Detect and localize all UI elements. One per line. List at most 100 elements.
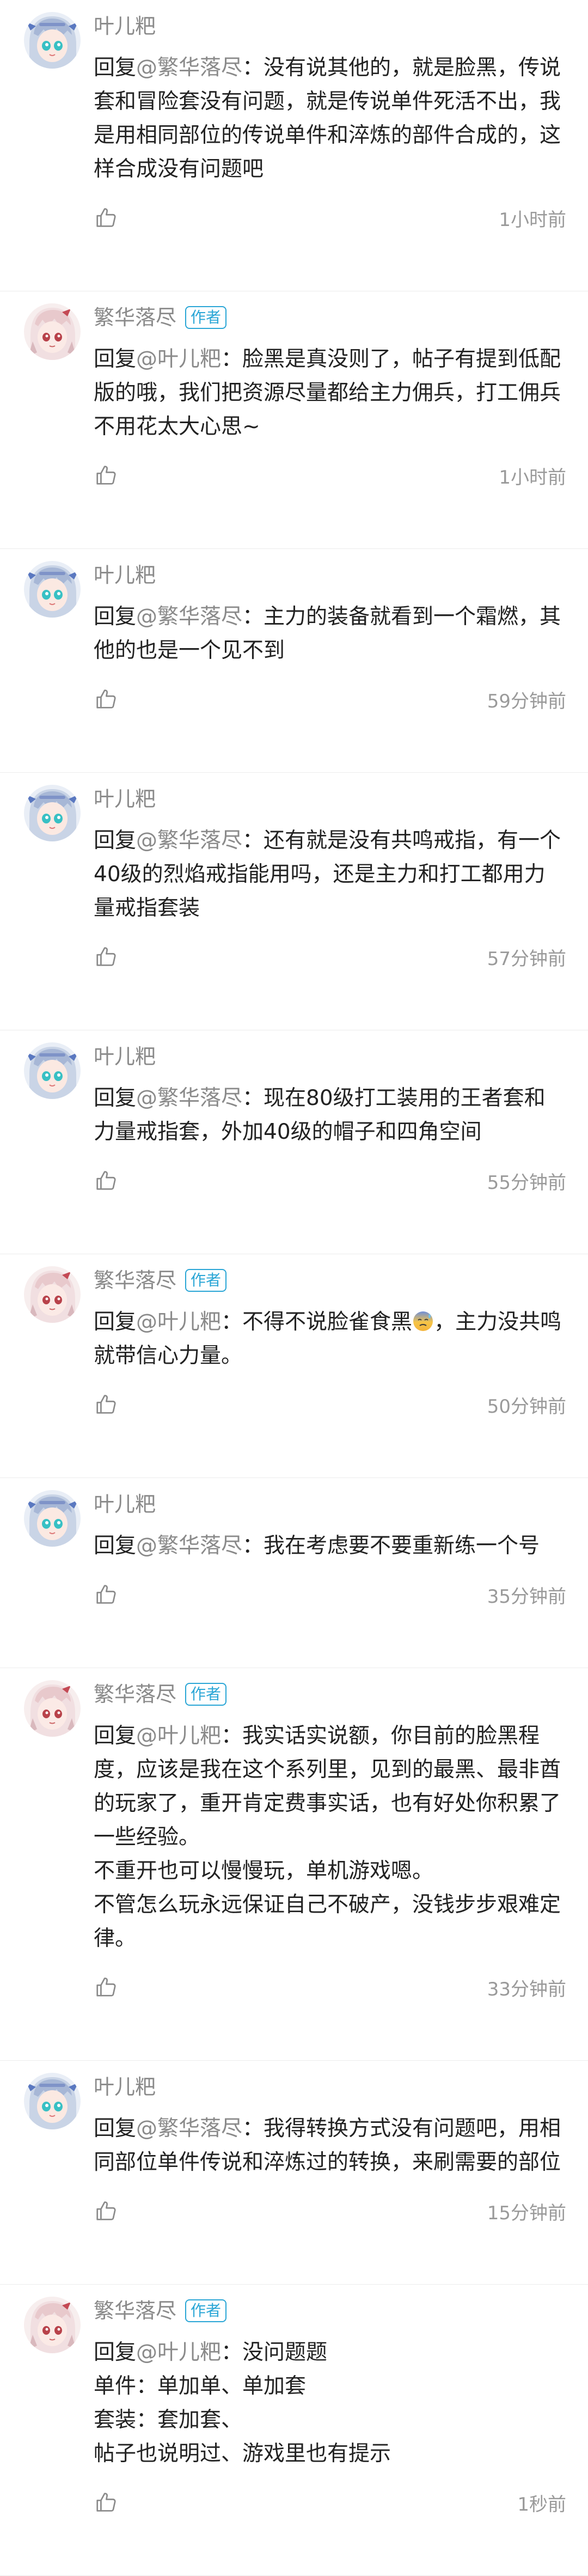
author-badge: 作者 <box>185 1269 227 1292</box>
user-avatar[interactable] <box>24 2073 81 2129</box>
comment-text[interactable]: 回复@繁华落尽：还有就是没有共鸣戒指，有一个40级的烈焰戒指能用吗，还是主力和打… <box>94 824 566 925</box>
reply-prefix: 回复 <box>94 1086 137 1110</box>
thumbs-up-icon[interactable] <box>94 944 119 969</box>
author-badge: 作者 <box>185 1683 227 1706</box>
comment-time: 35分钟前 <box>487 1585 566 1608</box>
comment-item: 叶儿粑回复@繁华落尽：还有就是没有共鸣戒指，有一个40级的烈焰戒指能用吗，还是主… <box>0 773 588 1030</box>
comment-thread: 叶儿粑 回复@繁华落尽：没有说其他的，就是脸黑，传说套和冒险套没有问题，就是传说单… <box>0 0 588 2576</box>
user-avatar[interactable] <box>24 561 81 618</box>
comment-text-part: 我在考虑要不要重新练一个号 <box>264 1534 540 1558</box>
username[interactable]: 叶儿粑 <box>94 2074 156 2100</box>
username[interactable]: 叶儿粑 <box>94 786 156 812</box>
reply-colon: ： <box>221 347 243 371</box>
mention-link[interactable]: @繁华落尽 <box>136 605 242 629</box>
username[interactable]: 繁华落尽 <box>94 304 176 331</box>
mention-link[interactable]: @叶儿粑 <box>136 1310 221 1334</box>
thumbs-up-icon[interactable] <box>94 2490 119 2515</box>
comment-body: 繁华落尽 作者回复@叶儿粑：我实话实说额，你目前的脸黑程度，应该是我在这个系列里，… <box>94 1681 566 2015</box>
mention-link[interactable]: @繁华落尽 <box>136 1086 242 1110</box>
comment-header: 叶儿粑 <box>94 13 566 39</box>
user-avatar[interactable] <box>24 12 81 69</box>
comment-item: 繁华落尽 作者回复@叶儿粑：没问题题 单件：单加单、单加套 套装：套加套、 帖子也… <box>0 2285 588 2576</box>
comment-item: 叶儿粑回复@繁华落尽：没有说其他的，就是脸黑，传说套和冒险套没有问题，就是传说单… <box>0 0 588 291</box>
reply-prefix: 回复 <box>94 828 137 853</box>
user-avatar[interactable] <box>24 785 81 841</box>
reply-prefix: 回复 <box>94 1310 137 1334</box>
comment-body: 叶儿粑回复@繁华落尽：现在80级打工装用的王者套和力量戒指套，外加40级的帽子和… <box>94 1043 566 1208</box>
reply-colon: ： <box>242 1534 264 1558</box>
thumbs-up-icon[interactable] <box>94 687 119 712</box>
comment-footer: 59分钟前 <box>94 672 566 727</box>
reply-prefix: 回复 <box>94 2116 137 2141</box>
comment-item: 叶儿粑回复@繁华落尽：我在考虑要不要重新练一个号 35分钟前 <box>0 1478 588 1668</box>
username[interactable]: 繁华落尽 <box>94 1681 176 1707</box>
comment-body: 繁华落尽 作者回复@叶儿粑：脸黑是真没则了，帖子有提到低配版的哦，我们把资源尽量都… <box>94 304 566 503</box>
reply-prefix: 回复 <box>94 347 137 371</box>
comment-text[interactable]: 回复@繁华落尽：现在80级打工装用的王者套和力量戒指套，外加40级的帽子和四角空… <box>94 1082 566 1149</box>
comment-text[interactable]: 回复@叶儿粑：不得不说脸雀食黑 ，主力没共鸣就带信心力量。 <box>94 1305 566 1373</box>
comment-header: 叶儿粑 <box>94 562 566 588</box>
reply-colon: ： <box>242 2116 264 2141</box>
comment-body: 叶儿粑回复@繁华落尽：我得转换方式没有问题吧，用相同部位单件传说和淬炼过的转换，… <box>94 2074 566 2238</box>
comment-text[interactable]: 回复@繁华落尽：没有说其他的，就是脸黑，传说套和冒险套没有问题，就是传说单件死活… <box>94 51 566 186</box>
comment-item: 繁华落尽 作者回复@叶儿粑：脸黑是真没则了，帖子有提到低配版的哦，我们把资源尽量都… <box>0 291 588 549</box>
reply-colon: ： <box>221 2340 243 2365</box>
user-avatar[interactable] <box>24 1680 81 1737</box>
comment-text-part: 我实话实说额，你目前的脸黑程度，应该是我在这个系列里，见到的最黑、最非酋的玩家了… <box>94 1724 561 1951</box>
username[interactable]: 叶儿粑 <box>94 562 156 588</box>
thumbs-up-icon[interactable] <box>94 2199 119 2224</box>
thumbs-up-icon[interactable] <box>94 1168 119 1193</box>
user-avatar[interactable] <box>24 2297 81 2353</box>
comment-footer: 1小时前 <box>94 191 566 245</box>
comment-header: 繁华落尽 作者 <box>94 304 566 331</box>
thumbs-up-icon[interactable] <box>94 463 119 488</box>
comment-body: 叶儿粑回复@繁华落尽：主力的装备就看到一个霜燃，其他的也是一个见不到 59分钟前 <box>94 562 566 727</box>
user-avatar[interactable] <box>24 1266 81 1323</box>
comment-spacer <box>0 2015 566 2060</box>
author-badge: 作者 <box>185 306 227 329</box>
reply-colon: ： <box>242 56 264 80</box>
comment-footer: 55分钟前 <box>94 1153 566 1208</box>
comment-text[interactable]: 回复@繁华落尽：我在考虑要不要重新练一个号 <box>94 1529 566 1563</box>
comment-item: 繁华落尽 作者回复@叶儿粑：我实话实说额，你目前的脸黑程度，应该是我在这个系列里，… <box>0 1668 588 2061</box>
user-avatar[interactable] <box>24 1042 81 1099</box>
thumbs-up-icon[interactable] <box>94 1582 119 1607</box>
reply-prefix: 回复 <box>94 1724 137 1748</box>
author-badge: 作者 <box>185 2299 227 2322</box>
reply-prefix: 回复 <box>94 605 137 629</box>
thumbs-up-icon[interactable] <box>94 205 119 230</box>
comment-text[interactable]: 回复@繁华落尽：我得转换方式没有问题吧，用相同部位单件传说和淬炼过的转换，来刷需… <box>94 2112 566 2180</box>
comment-time: 1小时前 <box>499 466 566 489</box>
user-avatar[interactable] <box>24 1490 81 1547</box>
comment-body: 叶儿粑回复@繁华落尽：我在考虑要不要重新练一个号 35分钟前 <box>94 1491 566 1622</box>
thumbs-up-icon[interactable] <box>94 1975 119 2000</box>
mention-link[interactable]: @繁华落尽 <box>136 2116 242 2141</box>
comment-text[interactable]: 回复@叶儿粑：我实话实说额，你目前的脸黑程度，应该是我在这个系列里，见到的最黑、… <box>94 1719 566 1956</box>
mention-link[interactable]: @叶儿粑 <box>136 2340 221 2365</box>
username[interactable]: 叶儿粑 <box>94 13 156 39</box>
comment-text[interactable]: 回复@叶儿粑：没问题题 单件：单加单、单加套 套装：套加套、 帖子也说明过、游戏… <box>94 2336 566 2471</box>
mention-link[interactable]: @叶儿粑 <box>136 1724 221 1748</box>
mention-link[interactable]: @叶儿粑 <box>136 347 221 371</box>
comment-text[interactable]: 回复@叶儿粑：脸黑是真没则了，帖子有提到低配版的哦，我们把资源尽量都给主力佣兵，… <box>94 343 566 444</box>
comment-item: 叶儿粑回复@繁华落尽：我得转换方式没有问题吧，用相同部位单件传说和淬炼过的转换，… <box>0 2061 588 2285</box>
username[interactable]: 叶儿粑 <box>94 1043 156 1070</box>
username[interactable]: 繁华落尽 <box>94 1267 176 1293</box>
comment-body: 繁华落尽 作者 回复@叶儿粑：不得不说脸雀食黑 ，主力没共鸣就带信心力量。 50分钟前 <box>94 1267 566 1432</box>
comment-text[interactable]: 回复@繁华落尽：主力的装备就看到一个霜燃，其他的也是一个见不到 <box>94 600 566 668</box>
comment-header: 叶儿粑 <box>94 1491 566 1517</box>
comment-spacer <box>0 2530 566 2575</box>
comment-time: 57分钟前 <box>487 948 566 970</box>
username[interactable]: 叶儿粑 <box>94 1491 156 1517</box>
comment-header: 繁华落尽 作者 <box>94 1267 566 1293</box>
comment-header: 叶儿粑 <box>94 2074 566 2100</box>
comment-spacer <box>0 1622 566 1668</box>
username[interactable]: 繁华落尽 <box>94 2298 176 2324</box>
comment-time: 55分钟前 <box>487 1171 566 1194</box>
mention-link[interactable]: @繁华落尽 <box>136 1534 242 1558</box>
thumbs-up-icon[interactable] <box>94 1392 119 1417</box>
comment-body: 叶儿粑回复@繁华落尽：没有说其他的，就是脸黑，传说套和冒险套没有问题，就是传说单… <box>94 13 566 245</box>
user-avatar[interactable] <box>24 303 81 360</box>
mention-link[interactable]: @繁华落尽 <box>136 56 242 80</box>
mention-link[interactable]: @繁华落尽 <box>136 828 242 853</box>
